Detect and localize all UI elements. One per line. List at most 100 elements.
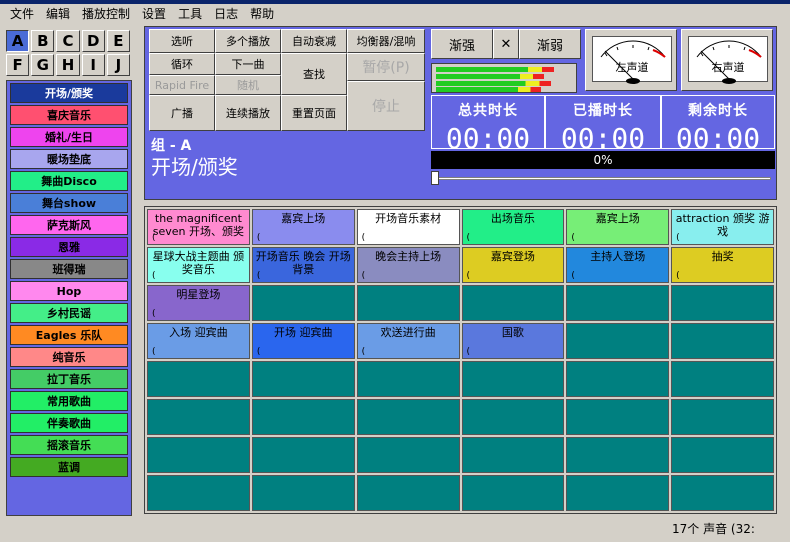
empty-sound-slot[interactable]	[566, 437, 670, 473]
group-item[interactable]: 伴奏歌曲	[10, 413, 128, 433]
empty-sound-slot[interactable]	[147, 361, 250, 397]
empty-sound-slot[interactable]	[147, 437, 250, 473]
random-button[interactable]: 随机	[215, 75, 281, 95]
empty-sound-slot[interactable]	[566, 285, 670, 321]
sound-button[interactable]: 主持人登场 (	[566, 247, 670, 283]
group-item[interactable]: 萨克斯风	[10, 215, 128, 235]
sound-button[interactable]: 星球大战主题曲 颁奖音乐(	[147, 247, 250, 283]
letter-page-e[interactable]: E	[106, 30, 130, 52]
menu-help[interactable]: 帮助	[244, 4, 280, 24]
sound-button[interactable]: 嘉宾上场 (	[566, 209, 670, 245]
sound-button[interactable]: 晚会主持上场 (	[356, 247, 460, 283]
empty-sound-slot[interactable]	[671, 285, 774, 321]
empty-sound-slot[interactable]	[671, 475, 774, 511]
sound-button[interactable]: 嘉宾上场 (	[251, 209, 355, 245]
group-item[interactable]: 开场/颁奖	[10, 83, 128, 103]
menu-playback[interactable]: 播放控制	[76, 4, 136, 24]
letter-page-g[interactable]: G	[31, 54, 55, 76]
group-item[interactable]: 摇滚音乐	[10, 435, 128, 455]
letter-page-b[interactable]: B	[31, 30, 55, 52]
continuous-play-button[interactable]: 连续播放	[215, 95, 281, 131]
pause-button[interactable]: 暂停(P)	[347, 53, 425, 81]
sound-button[interactable]: 出场音乐 (	[461, 209, 565, 245]
next-track-button[interactable]: 下一曲	[215, 53, 281, 75]
empty-sound-slot[interactable]	[356, 361, 460, 397]
menu-settings[interactable]: 设置	[136, 4, 172, 24]
stop-button[interactable]: 停止	[347, 81, 425, 131]
sound-button[interactable]: 抽奖 (	[671, 247, 774, 283]
empty-sound-slot[interactable]	[566, 475, 670, 511]
seek-thumb[interactable]	[431, 171, 439, 185]
group-item[interactable]: 舞曲Disco	[10, 171, 128, 191]
empty-sound-slot[interactable]	[147, 475, 250, 511]
select-listen-button[interactable]: 选听	[149, 29, 215, 53]
sound-button[interactable]: 开场 迎宾曲 (	[251, 323, 355, 359]
empty-sound-slot[interactable]	[461, 361, 565, 397]
reset-page-button[interactable]: 重置页面	[281, 95, 347, 131]
group-item[interactable]: Eagles 乐队	[10, 325, 128, 345]
letter-page-h[interactable]: H	[56, 54, 80, 76]
empty-sound-slot[interactable]	[671, 437, 774, 473]
group-item[interactable]: 恩雅	[10, 237, 128, 257]
sound-button[interactable]: the magnificent seven 开场、颁奖(	[147, 209, 250, 245]
empty-sound-slot[interactable]	[671, 399, 774, 435]
group-item[interactable]: 常用歌曲	[10, 391, 128, 411]
group-item[interactable]: Hop	[10, 281, 128, 301]
empty-sound-slot[interactable]	[356, 285, 460, 321]
empty-sound-slot[interactable]	[461, 399, 565, 435]
empty-sound-slot[interactable]	[147, 399, 250, 435]
sound-button[interactable]: 入场 迎宾曲 (	[147, 323, 250, 359]
empty-sound-slot[interactable]	[251, 399, 355, 435]
empty-sound-slot[interactable]	[251, 475, 355, 511]
menu-tools[interactable]: 工具	[172, 4, 208, 24]
sound-button[interactable]: 国歌 (	[461, 323, 565, 359]
sound-button[interactable]: 开场音乐 晚会 开场背景(	[251, 247, 355, 283]
sound-button[interactable]: 明星登场 (	[147, 285, 250, 321]
sound-button[interactable]: 嘉宾登场 (	[461, 247, 565, 283]
group-item[interactable]: 蓝调	[10, 457, 128, 477]
broadcast-button[interactable]: 广播	[149, 95, 215, 131]
group-item[interactable]: 喜庆音乐	[10, 105, 128, 125]
fade-out-button[interactable]: 渐弱	[519, 29, 581, 59]
empty-sound-slot[interactable]	[356, 437, 460, 473]
search-button[interactable]: 查找	[281, 53, 347, 95]
group-item[interactable]: 乡村民谣	[10, 303, 128, 323]
letter-page-f[interactable]: F	[6, 54, 30, 76]
sound-button[interactable]: 欢送进行曲 (	[356, 323, 460, 359]
menu-edit[interactable]: 编辑	[40, 4, 76, 24]
letter-page-c[interactable]: C	[56, 30, 80, 52]
empty-sound-slot[interactable]	[671, 361, 774, 397]
empty-sound-slot[interactable]	[566, 323, 670, 359]
fade-in-button[interactable]: 渐强	[431, 29, 493, 59]
sound-button[interactable]: 开场音乐素材 (	[356, 209, 460, 245]
seek-slider[interactable]	[431, 171, 775, 187]
group-item[interactable]: 婚礼/生日	[10, 127, 128, 147]
empty-sound-slot[interactable]	[566, 361, 670, 397]
group-item[interactable]: 暖场垫底	[10, 149, 128, 169]
group-item[interactable]: 拉丁音乐	[10, 369, 128, 389]
loop-button[interactable]: 循环	[149, 53, 215, 75]
empty-sound-slot[interactable]	[356, 475, 460, 511]
empty-sound-slot[interactable]	[251, 361, 355, 397]
empty-sound-slot[interactable]	[671, 323, 774, 359]
empty-sound-slot[interactable]	[251, 285, 355, 321]
auto-fade-button[interactable]: 自动衰减	[281, 29, 347, 53]
letter-page-d[interactable]: D	[81, 30, 105, 52]
empty-sound-slot[interactable]	[461, 437, 565, 473]
group-item[interactable]: 班得瑞	[10, 259, 128, 279]
group-item[interactable]: 纯音乐	[10, 347, 128, 367]
rapid-fire-button[interactable]: Rapid Fire	[149, 75, 215, 95]
menu-log[interactable]: 日志	[208, 4, 244, 24]
equalizer-button[interactable]: 均衡器/混响	[347, 29, 425, 53]
multi-play-button[interactable]: 多个播放	[215, 29, 281, 53]
letter-page-j[interactable]: J	[106, 54, 130, 76]
empty-sound-slot[interactable]	[566, 399, 670, 435]
sound-button[interactable]: attraction 颁奖 游戏(	[671, 209, 774, 245]
letter-page-i[interactable]: I	[81, 54, 105, 76]
letter-page-a[interactable]: A	[6, 30, 30, 52]
empty-sound-slot[interactable]	[356, 399, 460, 435]
group-item[interactable]: 舞台show	[10, 193, 128, 213]
close-icon[interactable]: ✕	[493, 29, 519, 59]
menu-file[interactable]: 文件	[4, 4, 40, 24]
empty-sound-slot[interactable]	[251, 437, 355, 473]
